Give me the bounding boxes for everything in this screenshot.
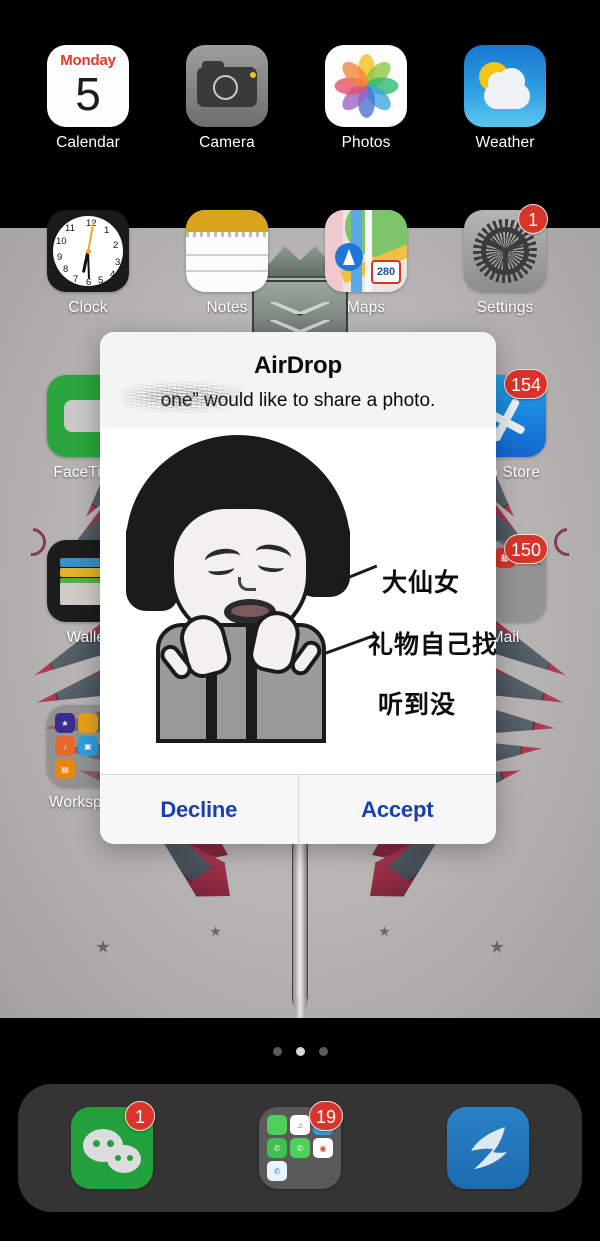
airdrop-actions: Decline Accept bbox=[100, 774, 496, 844]
meme-caption-line-2: 礼物自己找 bbox=[368, 630, 496, 659]
app-label: Photos bbox=[341, 134, 391, 151]
app-label: Clock bbox=[68, 299, 108, 316]
dingtalk-icon bbox=[447, 1107, 529, 1189]
app-label: Camera bbox=[199, 134, 255, 151]
airdrop-header: AirDrop one” would like to share a photo… bbox=[100, 332, 496, 427]
badge-count: 154 bbox=[503, 369, 548, 399]
folder-app-keynote: ▣ bbox=[78, 736, 98, 756]
camera-icon bbox=[186, 45, 268, 127]
dock-item-folder[interactable]: ♫ ✦ ✆ ✆ ◉ ✆ 19 bbox=[259, 1101, 343, 1189]
folder-app-garageband: ♪ bbox=[55, 736, 75, 756]
calendar-icon: Monday 5 bbox=[47, 45, 129, 127]
folder-app-books: ▤ bbox=[55, 759, 75, 779]
badge-count: 1 bbox=[125, 1101, 155, 1131]
folder-app-whatsapp: ✆ bbox=[267, 1138, 287, 1158]
meme-caption-line-3: 听到没 bbox=[378, 690, 457, 719]
dock-item-dingtalk[interactable] bbox=[447, 1107, 529, 1189]
maps-route-badge: 280 bbox=[371, 260, 401, 284]
app-calendar[interactable]: Monday 5 Calendar bbox=[33, 45, 143, 152]
folder-app-chrome: ◉ bbox=[313, 1138, 333, 1158]
folder-app-phone: ✆ bbox=[290, 1138, 310, 1158]
weather-icon bbox=[464, 45, 546, 127]
badge-count: 19 bbox=[308, 1101, 343, 1131]
app-settings[interactable]: 1 Settings bbox=[450, 204, 560, 317]
notes-icon bbox=[186, 210, 268, 292]
app-label: Notes bbox=[206, 299, 248, 316]
badge-count: 1 bbox=[518, 204, 548, 234]
folder-app-messages bbox=[267, 1115, 287, 1135]
app-camera[interactable]: Camera bbox=[172, 45, 282, 152]
app-label: Calendar bbox=[56, 134, 120, 151]
folder-app-pages bbox=[78, 713, 98, 733]
badge-count: 150 bbox=[503, 534, 548, 564]
folder-app-skype: ✆ bbox=[267, 1161, 287, 1181]
calendar-day: 5 bbox=[75, 68, 101, 120]
dock: 1 ♫ ✦ ✆ ✆ ◉ ✆ 19 bbox=[18, 1084, 582, 1212]
iphone-home-screen: Monday 5 Calendar Camera Photos Weather … bbox=[0, 0, 600, 1241]
maps-icon: 280 bbox=[325, 210, 407, 292]
app-label: Weather bbox=[475, 134, 535, 151]
decline-button[interactable]: Decline bbox=[100, 775, 298, 844]
app-notes[interactable]: Notes bbox=[172, 210, 282, 317]
folder-app-music: ♫ bbox=[290, 1115, 310, 1135]
airdrop-title: AirDrop bbox=[254, 352, 342, 379]
page-dot-3[interactable] bbox=[318, 1047, 328, 1056]
page-indicator[interactable] bbox=[0, 1047, 600, 1056]
app-photos[interactable]: Photos bbox=[311, 45, 421, 152]
folder-app-imovie: ★ bbox=[55, 713, 75, 733]
meme-artwork: 大仙女 礼物自己找 听到没 bbox=[100, 427, 496, 774]
clock-icon: 12 1 2 3 4 5 6 7 8 9 10 11 bbox=[47, 210, 129, 292]
accept-button[interactable]: Accept bbox=[299, 775, 497, 844]
app-weather[interactable]: Weather bbox=[450, 45, 560, 152]
app-label: Settings bbox=[476, 299, 534, 316]
photos-icon bbox=[325, 45, 407, 127]
page-dot-2[interactable] bbox=[295, 1047, 305, 1056]
app-label: Maps bbox=[346, 299, 386, 316]
calendar-weekday: Monday bbox=[60, 52, 116, 69]
airdrop-photo-preview: 大仙女 礼物自己找 听到没 bbox=[100, 427, 496, 774]
app-clock[interactable]: 12 1 2 3 4 5 6 7 8 9 10 11 bbox=[33, 210, 143, 317]
airdrop-dialog: AirDrop one” would like to share a photo… bbox=[100, 332, 496, 844]
page-dot-1[interactable] bbox=[272, 1047, 282, 1056]
meme-caption-line-1: 大仙女 bbox=[382, 568, 461, 597]
dock-item-wechat[interactable]: 1 bbox=[71, 1101, 155, 1189]
airdrop-message: one” would like to share a photo. bbox=[160, 390, 436, 411]
app-maps[interactable]: 280 Maps bbox=[311, 210, 421, 317]
